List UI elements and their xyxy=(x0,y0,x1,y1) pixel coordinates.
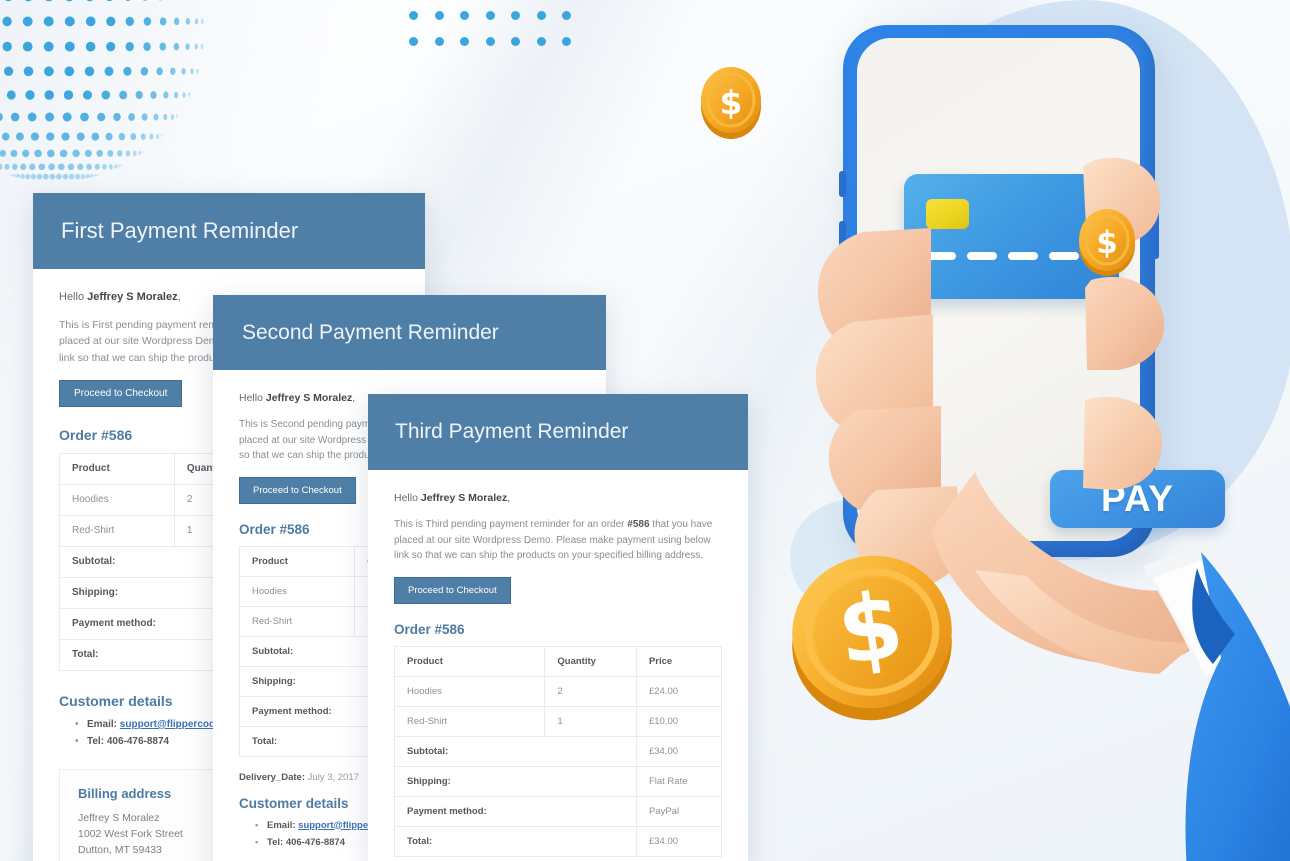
card1-header: First Payment Reminder xyxy=(33,193,425,269)
card1-greeting-prefix: Hello xyxy=(59,291,88,303)
table-row: Payment method: PayPal xyxy=(394,795,723,827)
card3-greeting-name: Jeffrey S Moralez xyxy=(420,492,508,504)
hand-graphic xyxy=(815,157,1290,861)
coin-top: $ xyxy=(695,60,767,142)
card3-body: Hello Jeffrey S Moralez, This is Third p… xyxy=(368,470,748,857)
card3-body-text: This is Third pending payment reminder f… xyxy=(394,519,713,561)
card2-header: Second Payment Reminder xyxy=(213,295,606,370)
card2-header-title: Second Payment Reminder xyxy=(242,320,499,344)
card3-order-heading: Order #586 xyxy=(394,621,465,637)
svg-text:$: $ xyxy=(1096,225,1118,261)
halftone-globe-decoration xyxy=(0,0,204,182)
email-card-third-reminder[interactable]: Third Payment Reminder Hello Jeffrey S M… xyxy=(368,394,748,861)
card2-greeting-name: Jeffrey S Moralez xyxy=(265,392,353,404)
table-row: Hoodies 2 £24.00 xyxy=(393,675,723,707)
card3-header: Third Payment Reminder xyxy=(368,394,748,470)
card3-th-price: Price xyxy=(635,645,723,677)
card1-header-title: First Payment Reminder xyxy=(61,218,299,243)
table-row: Subtotal: £34.00 xyxy=(394,735,723,767)
card2-proceed-to-checkout-button[interactable]: Proceed to Checkout xyxy=(239,476,356,504)
card1-greeting-name: Jeffrey S Moralez xyxy=(87,291,178,303)
coin-middle: $ xyxy=(1073,202,1141,278)
table-header-row: Product Quantity Price xyxy=(393,645,723,677)
card3-header-title: Third Payment Reminder xyxy=(395,420,629,443)
card3-proceed-to-checkout-button[interactable]: Proceed to Checkout xyxy=(394,576,511,604)
card2-delivery-value: July 3, 2017 xyxy=(307,771,359,783)
card3-th-quantity: Quantity xyxy=(544,645,637,677)
card1-tel-value: 406-476-8874 xyxy=(106,735,170,747)
card1-proceed-to-checkout-button[interactable]: Proceed to Checkout xyxy=(59,379,183,407)
coin-large: $ xyxy=(782,540,962,725)
card1-th-product: Product xyxy=(59,452,175,485)
card3-order-table: Product Quantity Price Hoodies 2 £24.00 … xyxy=(393,645,723,857)
table-row: Total: £34.00 xyxy=(394,825,723,857)
card2-tel-value: 406-476-8874 xyxy=(285,836,345,848)
phone-payment-illustration: PAY $ $ $ xyxy=(701,0,1290,861)
illustration-stage: PAY $ $ $ First Payment Reminder Hello J… xyxy=(0,0,1290,861)
table-row: Shipping: Flat Rate xyxy=(394,765,723,797)
svg-text:$: $ xyxy=(720,83,743,122)
table-row: Red-Shirt 1 £10.00 xyxy=(393,705,723,737)
card3-th-product: Product xyxy=(393,645,546,677)
card2-delivery-label: Delivery_Date: xyxy=(239,771,306,783)
dot-grid-decoration xyxy=(409,11,571,63)
card3-greeting: Hello Jeffrey S Moralez, xyxy=(394,492,511,504)
card1-greeting-suffix: , xyxy=(177,291,181,303)
